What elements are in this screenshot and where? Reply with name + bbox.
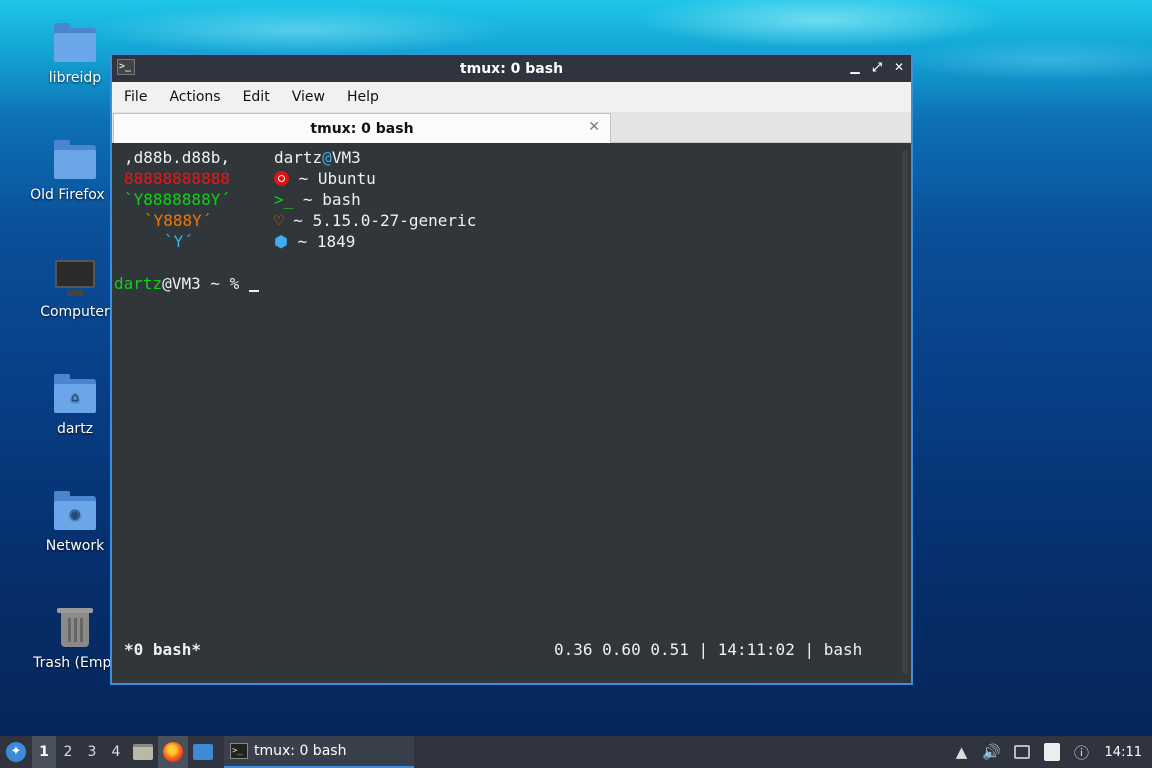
tab-bar: tmux: 0 bash ✕ xyxy=(112,112,911,143)
trash-icon xyxy=(54,607,96,649)
terminal-scrollbar[interactable] xyxy=(902,150,908,674)
menu-edit[interactable]: Edit xyxy=(235,89,278,105)
fetch-os-line: ~ Ubuntu xyxy=(274,169,376,189)
ascii-art-line: `Y888Y´ xyxy=(144,211,212,230)
ascii-art-line: 88888888888 xyxy=(124,169,230,188)
show-desktop-button[interactable] xyxy=(188,736,218,768)
fetch-packages-line: ⬢ ~ 1849 xyxy=(274,232,356,251)
shell-icon: >_ xyxy=(274,190,294,209)
window-title: tmux: 0 bash xyxy=(459,60,564,77)
start-menu-icon: ✦ xyxy=(6,742,26,762)
menu-file[interactable]: File xyxy=(116,89,155,105)
firefox-launcher[interactable] xyxy=(158,736,188,768)
clipboard-icon[interactable] xyxy=(1041,736,1063,768)
workspace-2[interactable]: 2 xyxy=(56,736,80,768)
taskbar: ✦ 1 2 3 4 >_ tmux: 0 bash ▲ 🔊 ⓘ 14:11 xyxy=(0,736,1152,768)
ascii-art-line: ,d88b.d88b, xyxy=(124,148,230,167)
terminal-area[interactable]: ,d88b.d88b, 88888888888 `Y8888888Y´ `Y88… xyxy=(112,144,911,683)
fetch-kernel-line: ♡ ~ 5.15.0-27-generic xyxy=(274,211,477,230)
computer-icon xyxy=(54,256,96,298)
workspace-3[interactable]: 3 xyxy=(80,736,104,768)
folder-icon xyxy=(54,139,96,181)
fetch-header: dartz@VM3 xyxy=(274,148,361,167)
text-cursor xyxy=(248,276,259,292)
home-folder-icon: ⌂ xyxy=(54,373,96,415)
ubuntu-icon xyxy=(274,171,289,186)
clock[interactable]: 14:11 xyxy=(1105,745,1142,760)
tab-close-icon[interactable]: ✕ xyxy=(588,119,600,135)
menu-actions[interactable]: Actions xyxy=(161,89,228,105)
close-button[interactable]: ✕ xyxy=(891,59,907,75)
network-folder-icon: ◉ xyxy=(54,490,96,532)
tray-expand-icon[interactable]: ▲ xyxy=(951,736,973,768)
taskbar-task-tmux[interactable]: >_ tmux: 0 bash xyxy=(224,736,414,768)
menu-view[interactable]: View xyxy=(284,89,333,105)
start-menu-button[interactable]: ✦ xyxy=(0,736,32,768)
terminal-window[interactable]: >_ tmux: 0 bash ▁ ⤢ ✕ File Actions Edit … xyxy=(110,53,913,685)
network-icon[interactable] xyxy=(1011,736,1033,768)
tmux-window-list: *0 bash* xyxy=(124,640,202,659)
ascii-art-line: `Y8888888Y´ xyxy=(124,190,230,209)
folder-icon xyxy=(54,22,96,64)
workspace-1[interactable]: 1 xyxy=(32,736,56,768)
notification-icon[interactable]: ⓘ xyxy=(1071,736,1093,768)
maximize-button[interactable]: ⤢ xyxy=(869,59,885,75)
window-titlebar[interactable]: >_ tmux: 0 bash ▁ ⤢ ✕ xyxy=(112,55,911,82)
task-label: tmux: 0 bash xyxy=(254,743,347,759)
system-tray: ▲ 🔊 ⓘ 14:11 xyxy=(951,736,1152,768)
shell-prompt: dartz@VM3 ~ % xyxy=(114,274,259,294)
desktop-icon xyxy=(193,744,213,760)
firefox-icon xyxy=(163,742,183,762)
tmux-status-right: 0.36 0.60 0.51 | 14:11:02 | bash xyxy=(554,640,863,659)
file-manager-launcher[interactable] xyxy=(128,736,158,768)
heart-icon: ♡ xyxy=(274,211,284,230)
menu-bar: File Actions Edit View Help xyxy=(112,82,911,112)
volume-icon[interactable]: 🔊 xyxy=(981,736,1003,768)
package-icon: ⬢ xyxy=(274,232,288,251)
fetch-shell-line: >_ ~ bash xyxy=(274,190,361,209)
ascii-art-line: `Y´ xyxy=(164,232,193,251)
file-manager-icon xyxy=(133,744,153,760)
workspace-4[interactable]: 4 xyxy=(104,736,128,768)
minimize-button[interactable]: ▁ xyxy=(847,59,863,75)
tab-label: tmux: 0 bash xyxy=(310,120,414,137)
menu-help[interactable]: Help xyxy=(339,89,387,105)
terminal-app-icon[interactable]: >_ xyxy=(117,59,135,75)
terminal-icon: >_ xyxy=(230,743,248,759)
tab-tmux-bash[interactable]: tmux: 0 bash ✕ xyxy=(113,113,611,143)
